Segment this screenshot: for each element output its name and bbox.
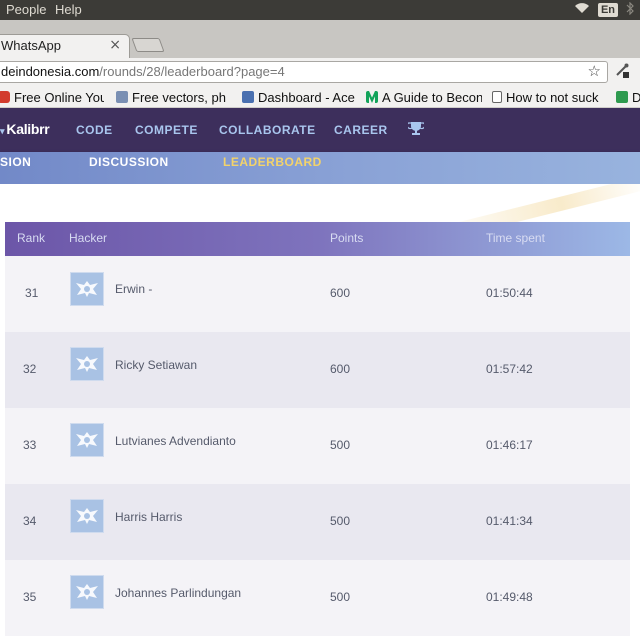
table-row[interactable]: 34 Harris Harris 500 01:41:34 [5,484,630,560]
column-time-spent: Time spent [486,231,545,245]
new-tab-button[interactable] [131,38,165,52]
address-bar-row: deindonesia.com/rounds/28/leaderboard?pa… [0,58,640,86]
menu-people[interactable]: People [6,2,46,17]
tab-leaderboard[interactable]: LEADERBOARD [223,155,322,169]
url-input[interactable]: deindonesia.com/rounds/28/leaderboard?pa… [0,61,608,83]
bluetooth-icon[interactable] [626,1,634,19]
site-nav: ▾ Kalibrr CODE COMPETE COLLABORATE CAREE… [0,108,640,152]
video-icon [0,91,10,103]
default-avatar-icon [76,508,98,524]
default-avatar-icon [76,584,98,600]
nav-compete[interactable]: COMPETE [135,123,198,137]
time-cell: 01:57:42 [486,362,533,376]
avatar[interactable] [70,575,104,609]
wifi-icon[interactable] [574,2,590,18]
url-path: /rounds/28/leaderboard?page=4 [99,64,285,79]
table-row[interactable]: 33 Lutvianes Advendianto 500 01:46:17 [5,408,630,484]
bookmark-label: Dashboard - Ace [258,89,355,105]
bookmark-item[interactable]: Dashboard - Ace [242,88,356,106]
avatar[interactable] [70,272,104,306]
column-points: Points [330,231,364,245]
hacker-name[interactable]: Harris Harris [115,510,182,524]
menu-help[interactable]: Help [55,2,82,17]
tab-close-icon[interactable]: × [109,37,121,53]
dashboard-icon [242,91,254,103]
bookmark-item[interactable]: D [616,88,640,106]
bookmark-star-icon[interactable]: ☆ [588,62,601,80]
time-cell: 01:41:34 [486,514,533,528]
image-icon [116,91,128,103]
browser-tab-strip: WhatsApp × [0,20,640,58]
rank-cell: 33 [23,438,37,452]
bookmark-item[interactable]: A Guide to Becon [366,88,482,106]
browser-tab-whatsapp[interactable]: WhatsApp × [0,34,130,58]
leaderboard-header-row: Rank Hacker Points Time spent [5,222,630,256]
sheet-icon [616,91,628,103]
tab-submission[interactable]: SION [0,155,31,169]
table-row[interactable]: 32 Ricky Setiawan 600 01:57:42 [5,332,630,408]
tab-discussion[interactable]: DISCUSSION [89,155,169,169]
avatar[interactable] [70,347,104,381]
url-text: deindonesia.com/rounds/28/leaderboard?pa… [1,64,285,79]
avatar[interactable] [70,499,104,533]
bookmark-item[interactable]: Free vectors, ph [116,88,230,106]
logo-text: Kalibrr [6,121,50,137]
page-icon [492,91,502,103]
hacker-name[interactable]: Lutvianes Advendianto [115,434,236,448]
table-row[interactable]: 31 Erwin - 600 01:50:44 [5,256,630,332]
extension-icon[interactable] [614,62,630,82]
default-avatar-icon [76,432,98,448]
rank-cell: 32 [23,362,37,376]
hacker-name[interactable]: Johannes Parlindungan [115,586,241,600]
bookmark-item[interactable]: Free Online You [0,88,104,106]
bookmark-label: D [632,89,640,105]
hacker-name[interactable]: Ricky Setiawan [115,358,197,372]
time-cell: 01:49:48 [486,590,533,604]
avatar[interactable] [70,423,104,457]
points-cell: 600 [330,362,351,376]
points-cell: 500 [330,438,351,452]
column-hacker: Hacker [69,231,108,245]
kalibrr-logo[interactable]: ▾ Kalibrr [0,121,50,137]
bookmark-label: How to not suck [506,89,599,105]
time-cell: 01:50:44 [486,286,533,300]
points-cell: 500 [330,514,351,528]
tab-title: WhatsApp [1,38,61,53]
default-avatar-icon [76,281,98,297]
table-row[interactable]: 35 Johannes Parlindungan 500 01:49:48 [5,560,630,636]
bookmark-label: Free Online You [14,89,104,105]
medium-icon [366,91,378,103]
rank-cell: 35 [23,590,37,604]
nav-career[interactable]: CAREER [334,123,388,137]
keyboard-language-indicator[interactable]: En [597,3,618,17]
rank-cell: 34 [23,514,37,528]
os-top-bar: People Help En [0,0,640,20]
round-subnav: SION DISCUSSION LEADERBOARD [0,152,640,184]
hacker-name[interactable]: Erwin - [115,282,152,296]
nav-collaborate[interactable]: COLLABORATE [219,123,316,137]
nav-code[interactable]: CODE [76,123,113,137]
leaderboard-content: Rank Hacker Points Time spent 31 Erwin -… [0,184,640,640]
time-cell: 01:46:17 [486,438,533,452]
points-cell: 500 [330,590,351,604]
bookmark-item[interactable]: How to not suck [492,88,608,106]
default-avatar-icon [76,356,98,372]
url-host: deindonesia.com [1,64,100,79]
os-indicators: En [574,0,640,20]
bookmark-label: Free vectors, ph [132,89,226,105]
rank-cell: 31 [25,286,39,300]
bookmarks-bar: Free Online You Free vectors, ph Dashboa… [0,86,640,108]
trophy-icon[interactable] [406,121,426,140]
column-rank: Rank [17,231,46,245]
points-cell: 600 [330,286,351,300]
bookmark-label: A Guide to Becon [382,89,482,105]
